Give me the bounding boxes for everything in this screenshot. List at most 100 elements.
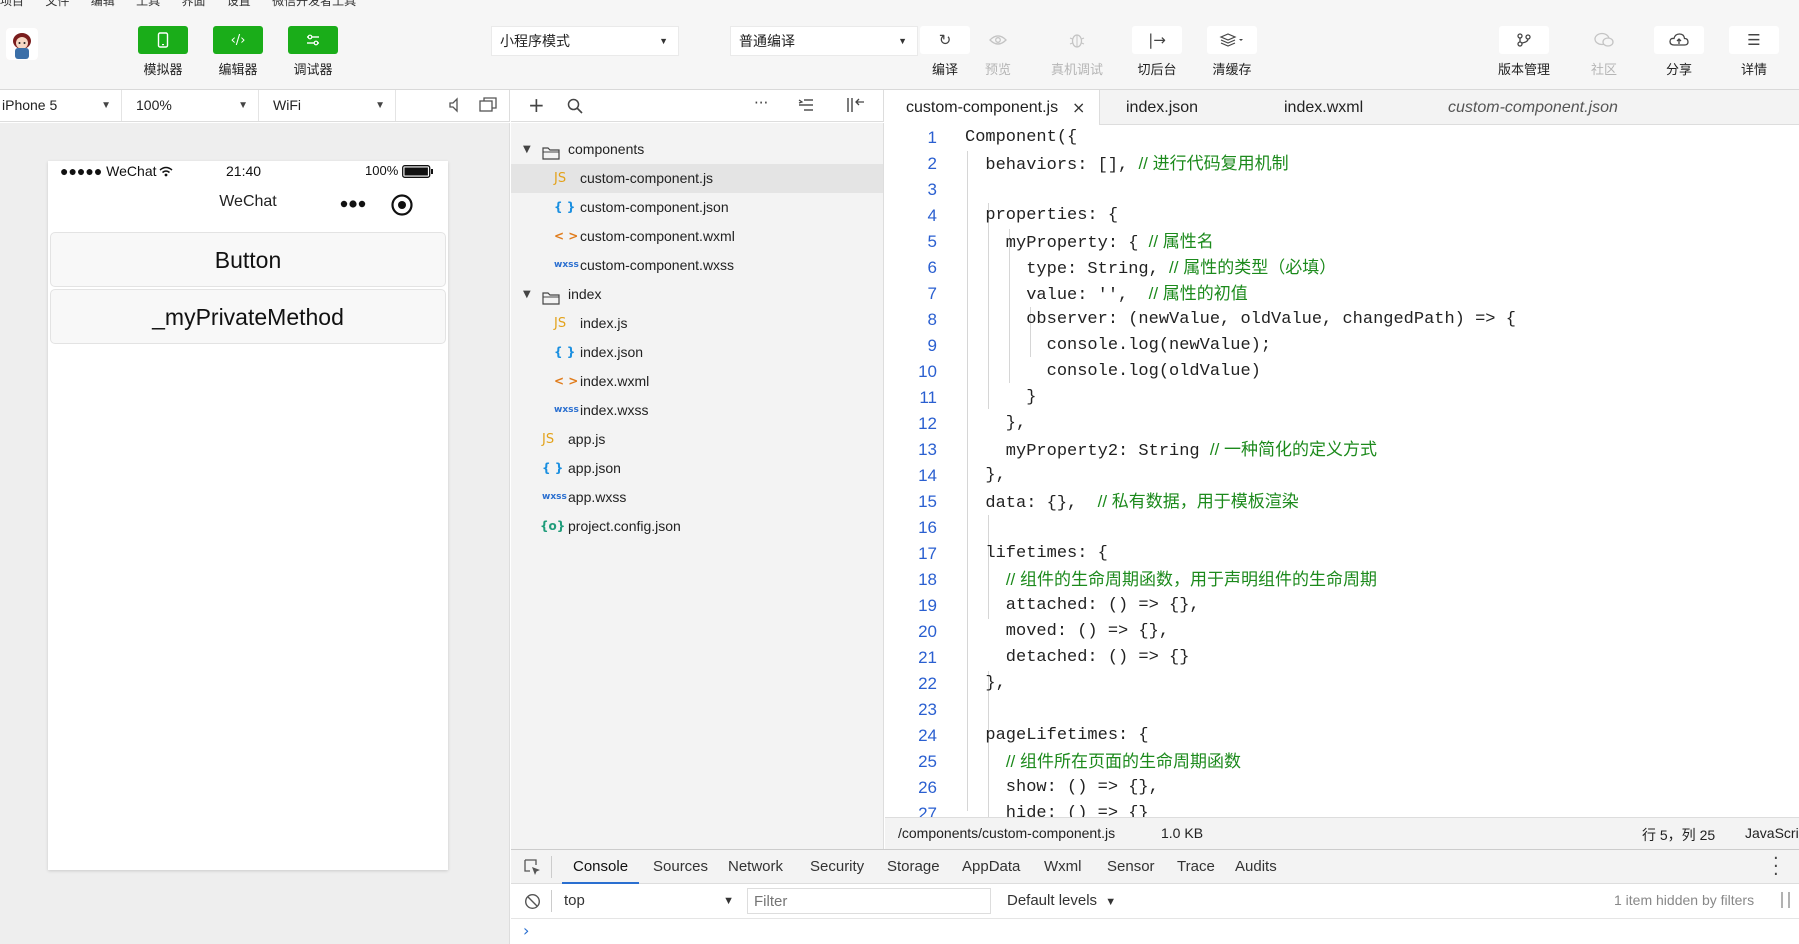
phone-navigation-bar: WeChat [48,183,448,225]
menu-item-devtools[interactable]: 微信开发者工具 [272,0,356,8]
preview-button[interactable]: 预览 [973,26,1023,78]
share-button[interactable]: 分享 [1654,26,1704,78]
version-control-button[interactable]: 版本管理 [1498,26,1550,78]
console-input-line[interactable]: › [511,919,1799,944]
code-line: 15 data: {}, // 私有数据，用于模板渲染 [885,489,1799,515]
code-line: 25 // 组件所在页面的生命周期函数 [885,749,1799,775]
tab-audits[interactable]: Audits [1235,850,1277,884]
file-index-js[interactable]: JS index.js [511,309,883,338]
community-button[interactable]: 社区 [1579,26,1629,78]
tab-storage[interactable]: Storage [887,850,940,884]
background-button[interactable]: |→ 切后台 [1132,26,1182,78]
simulator-toggle[interactable]: 模拟器 [138,26,188,78]
code-text: }, [965,414,1027,433]
tab-trace[interactable]: Trace [1177,850,1215,884]
user-avatar[interactable] [6,28,38,60]
line-number: 25 [918,752,937,771]
tab-network[interactable]: Network [728,850,783,884]
menu-item-file[interactable]: 文件 [45,0,69,8]
page-button[interactable]: Button [50,232,446,287]
device-select[interactable]: iPhone 5 ▼ [0,90,122,121]
more-dots-icon[interactable] [336,190,372,218]
code-line: 26 show: () => {}, [885,775,1799,801]
network-select[interactable]: WiFi ▼ [259,90,396,121]
detach-window-icon[interactable] [479,97,497,116]
code-comment: // 组件的生命周期函数，用于声明组件的生命周期 [1005,570,1377,589]
clear-cache-button[interactable]: 清缓存 [1207,26,1257,78]
menu-item-project[interactable]: 项目 [0,0,24,8]
menu-item-edit[interactable]: 编辑 [91,0,115,8]
console-filter-input[interactable] [747,888,991,914]
compile-button[interactable]: ↻ 编译 [920,26,970,78]
battery-percent: 100% [365,163,399,178]
menu-item-tools[interactable]: 工具 [136,0,160,8]
collapse-list-icon[interactable] [798,98,814,117]
folder-components[interactable]: ▼ components [511,135,883,164]
wxss-file-icon: wxss [542,492,567,502]
tree-item-label: app.json [568,460,621,476]
tab-wxml[interactable]: Wxml [1044,850,1082,884]
speaker-icon[interactable] [447,97,463,116]
zoom-select[interactable]: 100% ▼ [122,90,259,121]
tab-custom-component-json-preview[interactable]: custom-component.json [1425,90,1685,125]
close-icon[interactable]: × [1072,90,1085,125]
toggle-sidebar-icon[interactable] [846,97,866,118]
tab-security[interactable]: Security [810,850,864,884]
tab-appdata[interactable]: AppData [962,850,1020,884]
tab-custom-component-js[interactable]: custom-component.js × [885,90,1100,125]
tree-item-label: custom-component.wxss [580,257,735,273]
file-project-config-json[interactable]: {o} project.config.json [511,512,883,541]
file-custom-component-json[interactable]: { } custom-component.json [511,193,883,222]
background-label: 切后台 [1137,62,1177,77]
menu-lines-icon: ☰ [1729,26,1779,54]
file-app-wxss[interactable]: wxss app.wxss [511,483,883,512]
mode-select[interactable]: 小程序模式 ▼ [491,26,679,56]
version-control-label: 版本管理 [1498,62,1551,77]
file-custom-component-js[interactable]: JS custom-component.js [511,164,883,193]
inspect-element-icon[interactable] [524,859,542,881]
divider [551,890,552,912]
debugger-toggle[interactable]: 调试器 [288,26,338,78]
code-line: 10 console.log(oldValue) [885,359,1799,385]
tab-sources[interactable]: Sources [653,850,708,884]
console-settings-icon[interactable] [1779,891,1793,913]
search-icon[interactable] [567,98,583,119]
file-app-js[interactable]: JS app.js [511,425,883,454]
file-custom-component-wxss[interactable]: wxss custom-component.wxss [511,251,883,280]
clear-cache-label: 清缓存 [1212,62,1252,77]
tab-sensor[interactable]: Sensor [1107,850,1155,884]
tab-console[interactable]: Console [562,850,640,884]
menu-item-view[interactable]: 界面 [181,0,205,8]
details-button[interactable]: ☰ 详情 [1729,26,1779,78]
file-index-wxss[interactable]: wxss index.wxss [511,396,883,425]
status-language[interactable]: JavaScript [1745,825,1799,841]
tab-index-wxml[interactable]: index.wxml [1262,90,1425,125]
kebab-menu-icon[interactable]: · · · [1773,850,1779,884]
menu-item-settings[interactable]: 设置 [227,0,251,8]
clear-console-icon[interactable] [524,893,541,914]
file-index-json[interactable]: { } index.json [511,338,883,367]
mode-select-value: 小程序模式 [500,33,570,49]
line-number: 9 [927,336,937,355]
status-time: 21:40 [226,163,262,179]
add-file-icon[interactable]: + [528,93,545,117]
phone-status-bar: ●●●●● WeChat 21:40 100% [48,161,448,183]
tab-index-json[interactable]: index.json [1100,90,1262,125]
private-method-button[interactable]: _myPrivateMethod [50,289,446,344]
close-capsule-icon[interactable] [390,193,414,222]
status-cursor-position[interactable]: 行 5，列 25 [1642,825,1715,845]
compile-select[interactable]: 普通编译 ▼ [730,26,918,56]
log-levels-select[interactable]: Default levels ▼ [1007,888,1116,914]
wxml-file-icon: < > [554,374,579,388]
more-horizontal-icon[interactable]: ··· [754,94,768,112]
file-index-wxml[interactable]: < > index.wxml [511,367,883,396]
context-select[interactable]: top ▼ [558,888,740,914]
remote-debug-button[interactable]: 真机调试 [1051,26,1103,78]
file-custom-component-wxml[interactable]: < > custom-component.wxml [511,222,883,251]
folder-index[interactable]: ▼ index [511,280,883,309]
line-number: 4 [927,206,937,225]
code-text: myProperty2: String // 一种简化的定义方式 [965,437,1377,465]
editor-toggle[interactable]: ‹/› 编辑器 [213,26,263,78]
file-app-json[interactable]: { } app.json [511,454,883,483]
code-editor[interactable]: 1 Component({ 2 behaviors: [], // 进行代码复用机… [885,125,1799,817]
